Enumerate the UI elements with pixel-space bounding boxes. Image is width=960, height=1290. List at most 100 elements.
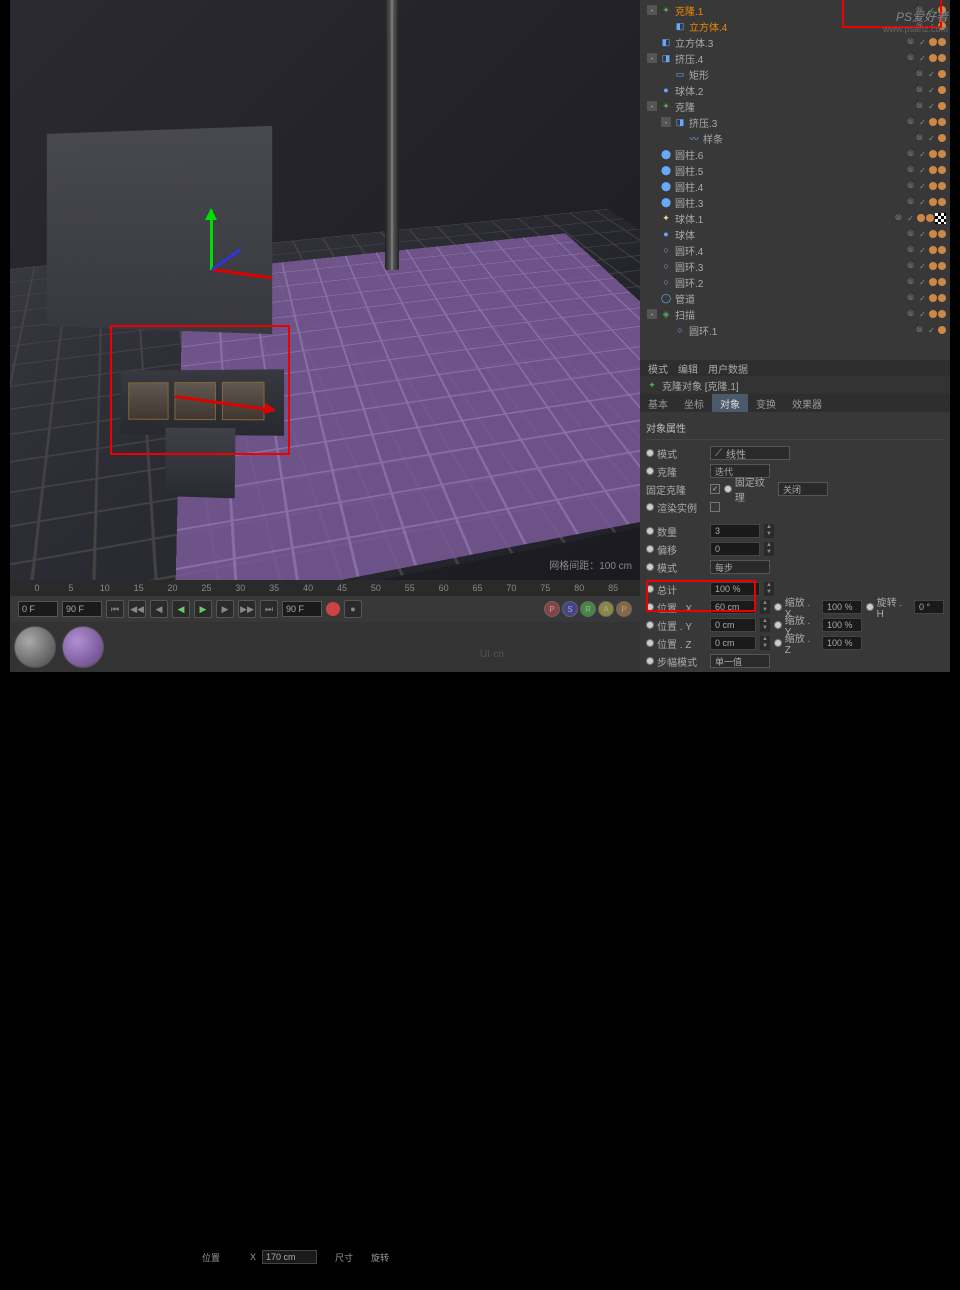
visibility-toggle[interactable]: ⦾	[914, 133, 925, 144]
tree-row[interactable]: ⬤圆柱.4⦾✓	[640, 178, 950, 194]
tree-item-name[interactable]: 圆柱.3	[675, 195, 902, 210]
prev-key-button[interactable]: ◀◀	[128, 600, 146, 618]
rotx-field[interactable]: 0 °	[914, 600, 944, 614]
tag-dot[interactable]	[938, 70, 946, 78]
tree-row[interactable]: ○圆环.3⦾✓	[640, 258, 950, 274]
key-param-icon[interactable]: A	[598, 601, 614, 617]
tree-row[interactable]: ✦球体.1⦾✓	[640, 210, 950, 226]
tag-dot[interactable]	[938, 294, 946, 302]
visibility-toggle[interactable]: ⦾	[914, 101, 925, 112]
expand-toggle[interactable]: -	[661, 117, 671, 127]
tag-dot[interactable]	[938, 326, 946, 334]
tree-row[interactable]: ⬤圆柱.5⦾✓	[640, 162, 950, 178]
tree-item-name[interactable]: 圆柱.4	[675, 179, 902, 194]
tree-row[interactable]: ◧立方体.3⦾✓	[640, 34, 950, 50]
tree-row[interactable]: ●球体⦾✓	[640, 226, 950, 242]
render-toggle[interactable]: ✓	[917, 277, 928, 288]
tab-coord[interactable]: 坐标	[676, 394, 712, 412]
menu-edit[interactable]: 编辑	[678, 361, 698, 376]
goto-start-button[interactable]: ⏮	[106, 600, 124, 618]
visibility-toggle[interactable]: ⦾	[905, 149, 916, 160]
frame-start-field[interactable]: 0 F	[18, 601, 58, 617]
menu-mode[interactable]: 模式	[648, 361, 668, 376]
timeline-ruler[interactable]: 0 5 10 15 20 25 30 35 40 45 50 55 60 65 …	[10, 580, 640, 596]
tab-basic[interactable]: 基本	[640, 394, 676, 412]
mode2-select[interactable]: 每步	[710, 560, 770, 574]
visibility-toggle[interactable]: ⦾	[905, 181, 916, 192]
tree-item-name[interactable]: 圆环.2	[675, 275, 902, 290]
render-toggle[interactable]: ✓	[917, 37, 928, 48]
render-toggle[interactable]: ✓	[926, 101, 937, 112]
tree-item-name[interactable]: 管道	[675, 291, 902, 306]
tag-dot[interactable]	[929, 38, 937, 46]
tree-row[interactable]: ●球体.2⦾✓	[640, 82, 950, 98]
play-button[interactable]: ▶	[194, 600, 212, 618]
offset-field[interactable]: 0	[710, 542, 760, 556]
tree-row[interactable]: -◨挤压.4⦾✓	[640, 50, 950, 66]
tree-row[interactable]: ○圆环.4⦾✓	[640, 242, 950, 258]
spinner[interactable]: ▲▼	[760, 618, 770, 632]
transform-gizmo[interactable]	[160, 210, 280, 330]
object-tree[interactable]: -✦克隆.1⦾✓◧立方体.4⦾✓◧立方体.3⦾✓-◨挤压.4⦾✓▭矩形⦾✓●球体…	[640, 0, 950, 340]
key-rot-icon[interactable]: R	[580, 601, 596, 617]
tree-item-name[interactable]: 球体.1	[675, 211, 890, 226]
tag-dot[interactable]	[938, 166, 946, 174]
visibility-toggle[interactable]: ⦾	[914, 69, 925, 80]
spinner[interactable]: ▲▼	[764, 524, 774, 538]
tag-dot[interactable]	[929, 294, 937, 302]
posz-field[interactable]: 0 cm	[710, 636, 756, 650]
render-toggle[interactable]: ✓	[917, 149, 928, 160]
tag-dot[interactable]	[929, 166, 937, 174]
tag-dot[interactable]	[929, 150, 937, 158]
key-scale-icon[interactable]: S	[562, 601, 578, 617]
spinner[interactable]: ▲▼	[764, 542, 774, 556]
tag-dot[interactable]	[926, 214, 934, 222]
tag-dot[interactable]	[938, 246, 946, 254]
tag-dot[interactable]	[929, 230, 937, 238]
checker-tag[interactable]	[935, 213, 946, 224]
instance-checkbox[interactable]	[710, 502, 720, 512]
fixtex-select[interactable]: 关闭	[778, 482, 828, 496]
tag-dot[interactable]	[929, 310, 937, 318]
expand-toggle[interactable]: -	[647, 53, 657, 63]
render-toggle[interactable]: ✓	[917, 197, 928, 208]
render-toggle[interactable]: ✓	[917, 261, 928, 272]
tag-dot[interactable]	[929, 198, 937, 206]
visibility-toggle[interactable]: ⦾	[905, 309, 916, 320]
tag-dot[interactable]	[938, 310, 946, 318]
tag-dot[interactable]	[917, 214, 925, 222]
tree-row[interactable]: ⬤圆柱.3⦾✓	[640, 194, 950, 210]
render-toggle[interactable]: ✓	[926, 133, 937, 144]
tree-row[interactable]: 〰样条⦾✓	[640, 130, 950, 146]
visibility-toggle[interactable]: ⦾	[905, 53, 916, 64]
tag-dot[interactable]	[938, 54, 946, 62]
tag-dot[interactable]	[938, 118, 946, 126]
tab-transform[interactable]: 变换	[748, 394, 784, 412]
key-pos-icon[interactable]: P	[544, 601, 560, 617]
tree-item-name[interactable]: 球体.2	[675, 83, 911, 98]
frame-end-field[interactable]: 90 F	[282, 601, 322, 617]
render-toggle[interactable]: ✓	[917, 181, 928, 192]
fixclone-checkbox[interactable]	[710, 484, 720, 494]
visibility-toggle[interactable]: ⦾	[914, 325, 925, 336]
visibility-toggle[interactable]: ⦾	[905, 261, 916, 272]
tree-item-name[interactable]: 球体	[675, 227, 902, 242]
render-toggle[interactable]: ✓	[917, 293, 928, 304]
visibility-toggle[interactable]: ⦾	[905, 37, 916, 48]
tag-dot[interactable]	[929, 118, 937, 126]
tree-item-name[interactable]: 扫描	[675, 307, 902, 322]
tree-row[interactable]: ○圆环.2⦾✓	[640, 274, 950, 290]
tree-row[interactable]: ○圆环.1⦾✓	[640, 322, 950, 338]
visibility-toggle[interactable]: ⦾	[905, 277, 916, 288]
tree-item-name[interactable]: 圆环.4	[675, 243, 902, 258]
tree-row[interactable]: ⬤圆柱.6⦾✓	[640, 146, 950, 162]
visibility-toggle[interactable]: ⦾	[893, 213, 904, 224]
render-toggle[interactable]: ✓	[917, 117, 928, 128]
posy-field[interactable]: 0 cm	[710, 618, 756, 632]
viewport-3d[interactable]: 网格间距：100 cm	[10, 0, 640, 580]
autokey-button[interactable]: ●	[344, 600, 362, 618]
tag-dot[interactable]	[938, 134, 946, 142]
tag-dot[interactable]	[938, 182, 946, 190]
tag-dot[interactable]	[938, 38, 946, 46]
tree-row[interactable]: -◨挤压.3⦾✓	[640, 114, 950, 130]
